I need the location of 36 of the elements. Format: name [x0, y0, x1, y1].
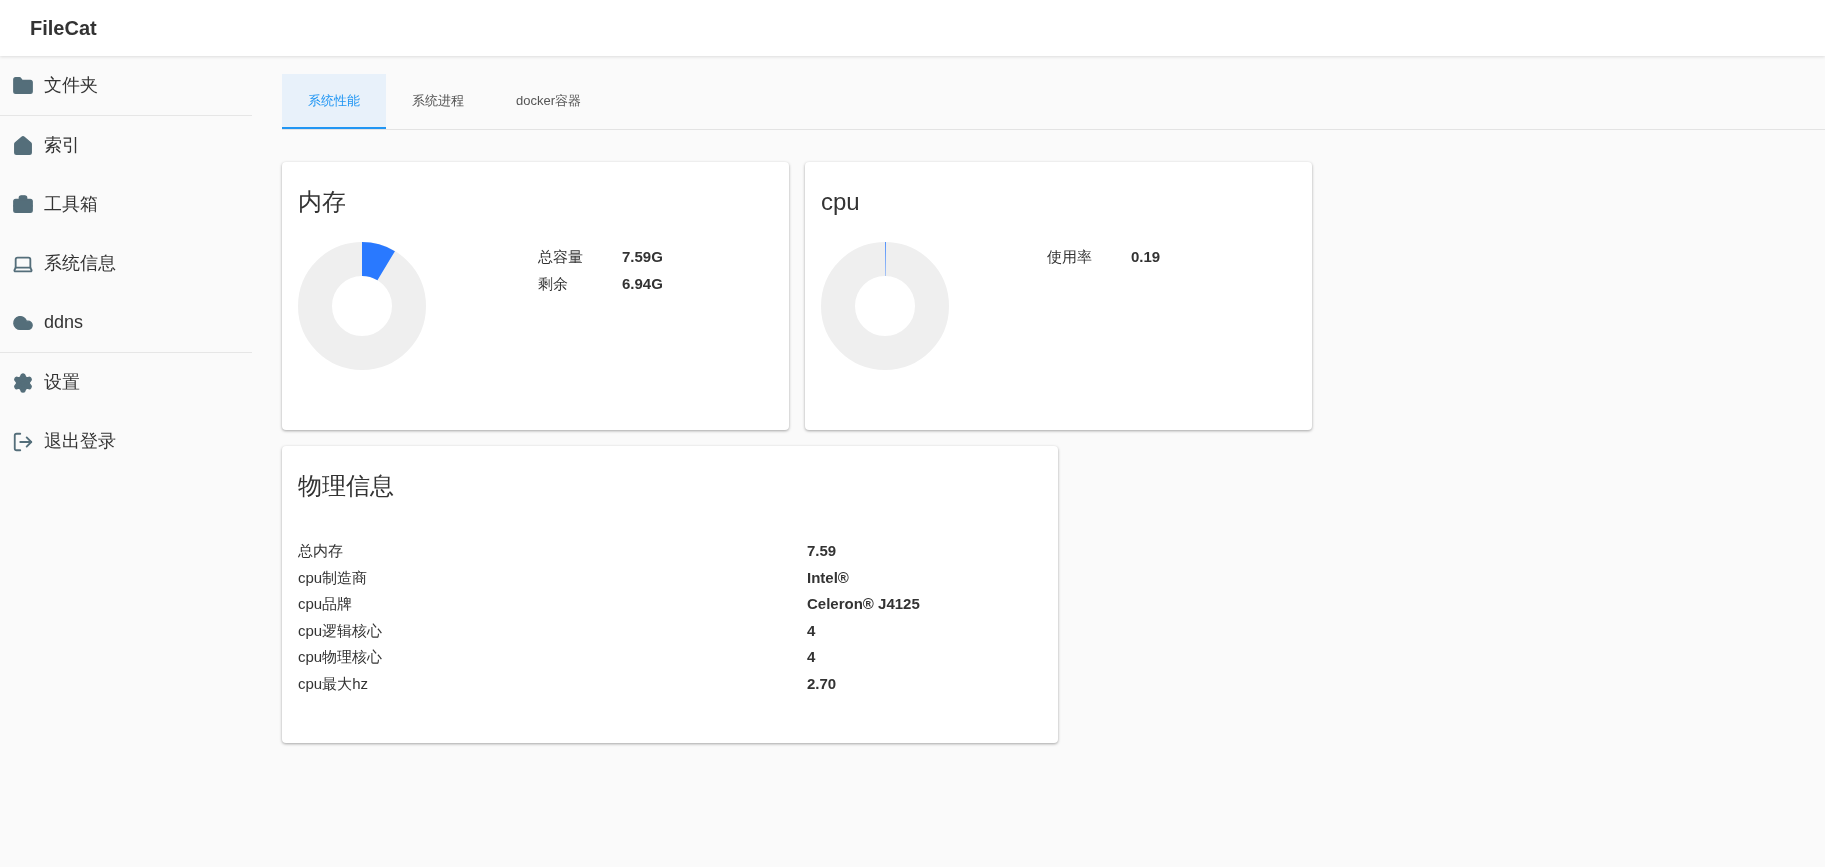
info-value: Celeron® J4125 — [807, 594, 920, 614]
stat-value: 6.94G — [622, 273, 663, 294]
sidebar-item[interactable]: 索引 — [0, 116, 252, 175]
sidebar-item[interactable]: 设置 — [0, 353, 252, 412]
card-title: 物理信息 — [298, 471, 395, 501]
sidebar-item[interactable]: 工具箱 — [0, 175, 252, 234]
info-value: 4 — [807, 647, 816, 667]
tab[interactable]: 系统进程 — [386, 74, 490, 129]
app-title: FileCat — [30, 16, 97, 41]
info-value: 4 — [807, 620, 816, 641]
sidebar-item[interactable]: 退出登录 — [0, 412, 252, 471]
tab[interactable]: docker容器 — [490, 74, 608, 129]
stat-value: 0.19 — [1131, 247, 1161, 267]
info-label: cpu品牌 — [298, 594, 354, 614]
info-label: 总内存 — [298, 541, 344, 561]
folder-icon — [12, 74, 34, 97]
info-value: 2.70 — [807, 673, 837, 694]
stat-label: 剩余 — [538, 273, 569, 294]
home-icon — [12, 134, 34, 157]
info-label: cpu逻辑核心 — [298, 620, 384, 641]
stat-label: 使用率 — [1047, 247, 1093, 267]
info-label: cpu制造商 — [298, 567, 369, 588]
stat-label: 总容量 — [538, 247, 584, 267]
info-label: cpu最大hz — [298, 673, 370, 694]
logout-icon — [12, 430, 34, 453]
card-title: 内存 — [298, 187, 347, 217]
info-value: 7.59 — [807, 541, 837, 561]
info-label: cpu物理核心 — [298, 647, 384, 667]
info-value: Intel® — [807, 567, 849, 588]
stat-value: 7.59G — [622, 247, 663, 267]
card-title: cpu — [821, 187, 861, 217]
sidebar-item[interactable]: ddns — [0, 293, 252, 352]
settings-icon — [12, 371, 34, 394]
sidebar-item[interactable]: 文件夹 — [0, 56, 252, 115]
sidebar-item[interactable]: 系统信息 — [0, 234, 252, 293]
toolbox-icon — [12, 193, 34, 216]
